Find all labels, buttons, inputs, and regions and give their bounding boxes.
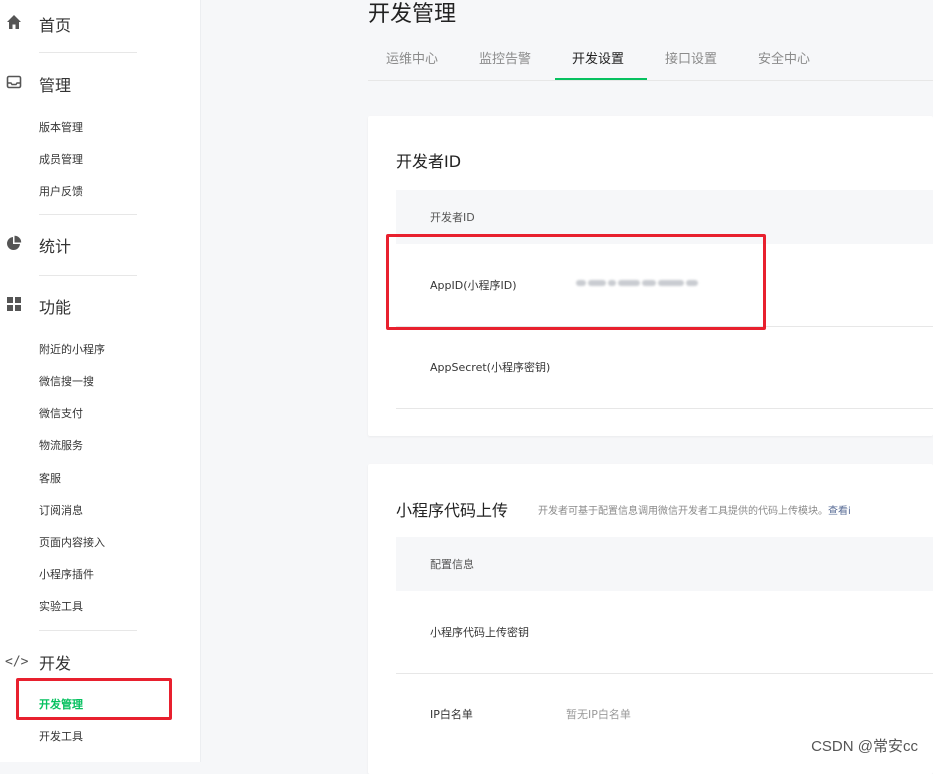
active-tab-indicator — [555, 78, 647, 80]
divider — [39, 52, 137, 53]
sidebar-item-content-access[interactable]: 页面内容接入 — [39, 535, 105, 551]
sidebar-item-subscribe-msg[interactable]: 订阅消息 — [39, 503, 83, 519]
nav-home[interactable]: 首页 — [0, 12, 200, 36]
sidebar-item-plugins[interactable]: 小程序插件 — [39, 567, 94, 583]
divider — [39, 630, 137, 631]
tab-security-center[interactable]: 安全中心 — [758, 52, 810, 78]
tab-interface-settings[interactable]: 接口设置 — [665, 52, 717, 78]
view-link[interactable]: 查看i — [828, 506, 851, 517]
sidebar-item-dev-tools[interactable]: 开发工具 — [39, 729, 83, 745]
card-description-text: 开发者可基于配置信息调用微信开发者工具提供的代码上传模块。 — [538, 506, 828, 517]
code-upload-card: 小程序代码上传 开发者可基于配置信息调用微信开发者工具提供的代码上传模块。查看i… — [368, 464, 933, 774]
nav-features-label: 功能 — [39, 298, 72, 317]
watermark: CSDN @常安cc — [811, 738, 918, 755]
divider — [39, 275, 137, 276]
tab-dev-settings[interactable]: 开发设置 — [572, 52, 624, 78]
nav-dev[interactable]: </> 开发 — [0, 650, 200, 674]
pie-chart-icon — [6, 235, 22, 255]
table-header-label: 配置信息 — [430, 558, 474, 571]
inbox-icon — [6, 74, 22, 94]
sidebar-item-search[interactable]: 微信搜一搜 — [39, 374, 94, 390]
appsecret-label: AppSecret(小程序密钥) — [430, 361, 551, 374]
sidebar-item-member-manage[interactable]: 成员管理 — [39, 152, 83, 168]
ip-whitelist-value: 暂无IP白名单 — [566, 708, 631, 721]
sidebar-item-logistics[interactable]: 物流服务 — [39, 438, 83, 454]
home-icon — [6, 14, 22, 34]
sidebar-item-lab-tools[interactable]: 实验工具 — [39, 599, 83, 615]
code-icon: </> — [5, 654, 29, 670]
nav-manage-label: 管理 — [39, 76, 72, 95]
nav-stats-label: 统计 — [39, 237, 72, 256]
table-header-label: 开发者ID — [430, 211, 475, 224]
sidebar-item-user-feedback[interactable]: 用户反馈 — [39, 184, 83, 200]
card-title: 开发者ID — [396, 152, 462, 171]
ip-whitelist-label: IP白名单 — [430, 708, 473, 721]
card-description: 开发者可基于配置信息调用微信开发者工具提供的代码上传模块。查看i — [538, 502, 851, 517]
table-row-upload-key: 小程序代码上传密钥 — [396, 591, 933, 674]
table-header: 配置信息 — [396, 537, 933, 591]
page-title: 开发管理 — [368, 2, 457, 27]
table-row-appsecret: AppSecret(小程序密钥) — [396, 326, 933, 409]
sidebar-item-nearby[interactable]: 附近的小程序 — [39, 342, 105, 358]
tab-bar: 运维中心 监控告警 开发设置 接口设置 安全中心 — [368, 40, 933, 81]
nav-manage[interactable]: 管理 — [0, 72, 200, 96]
sidebar-item-pay[interactable]: 微信支付 — [39, 406, 83, 422]
upload-key-label: 小程序代码上传密钥 — [430, 626, 529, 639]
divider — [39, 214, 137, 215]
nav-home-label: 首页 — [39, 16, 72, 35]
tab-monitor-alert[interactable]: 监控告警 — [479, 52, 531, 78]
tab-ops-center[interactable]: 运维中心 — [386, 52, 438, 78]
grid-icon — [6, 296, 22, 316]
annotation-highlight-box — [16, 678, 172, 720]
card-title: 小程序代码上传 — [396, 501, 509, 520]
annotation-highlight-box — [386, 234, 766, 330]
nav-features[interactable]: 功能 — [0, 294, 200, 318]
sidebar: 首页 管理 版本管理 成员管理 用户反馈 统计 功能 附近的小程序 微信搜一搜 … — [0, 0, 201, 762]
nav-dev-label: 开发 — [39, 654, 72, 673]
nav-stats[interactable]: 统计 — [0, 233, 200, 257]
sidebar-item-customer-service[interactable]: 客服 — [39, 471, 61, 487]
sidebar-item-version-manage[interactable]: 版本管理 — [39, 120, 83, 136]
